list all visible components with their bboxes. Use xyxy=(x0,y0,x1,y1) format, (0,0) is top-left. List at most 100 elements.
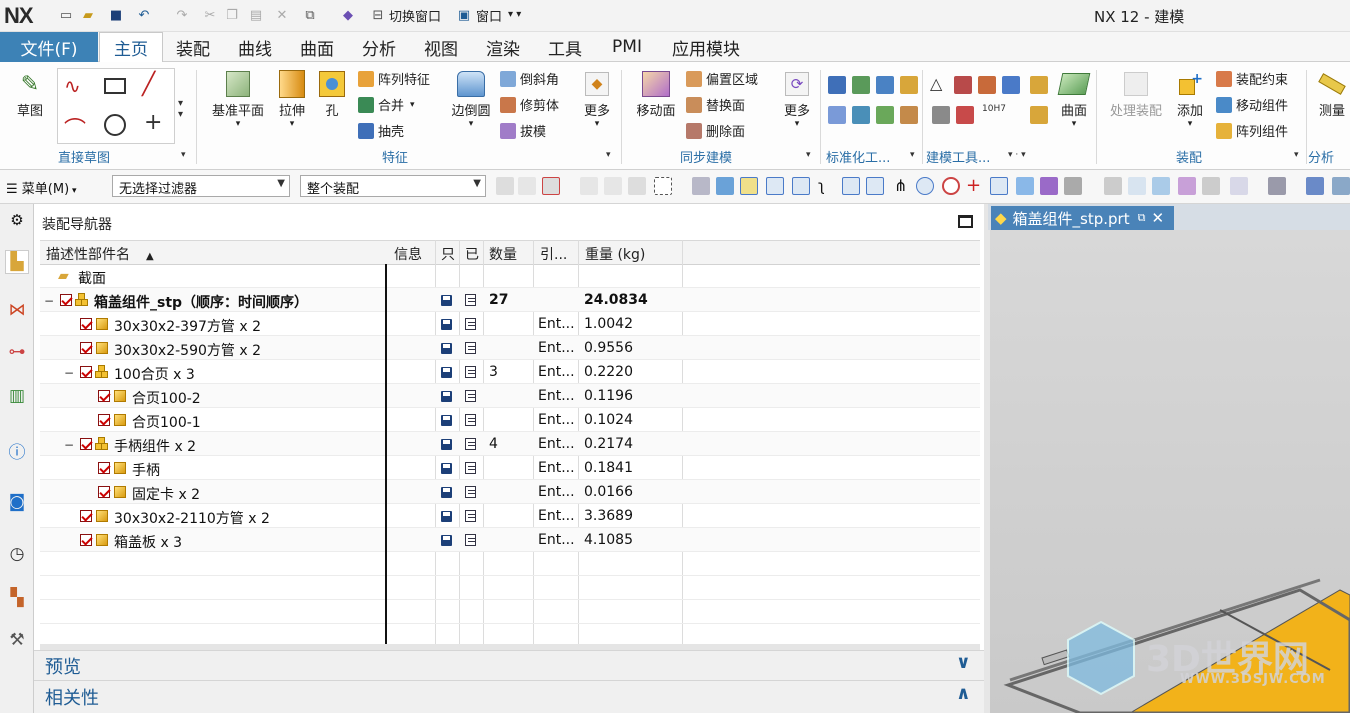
collapse-toggle-icon[interactable]: − xyxy=(44,294,54,308)
filter-tool-icon[interactable] xyxy=(518,177,536,195)
feature-more-button[interactable]: ◆ 更多 ▾ xyxy=(576,68,618,129)
modeling-tool-icon[interactable] xyxy=(956,106,974,124)
snap-point-icon[interactable] xyxy=(1064,177,1082,195)
measure-button[interactable]: 测量 xyxy=(1314,68,1350,119)
graphics-tab[interactable]: ◆ 箱盖组件_stp.prt ⧉ ✕ xyxy=(991,206,1174,230)
column-header-reference[interactable]: 引... xyxy=(540,244,567,264)
table-row[interactable]: ▰ 截面 xyxy=(40,264,980,288)
tab-curve[interactable]: 曲线 xyxy=(228,32,282,62)
view-tool-icon[interactable] xyxy=(1268,177,1286,195)
visibility-checkbox[interactable] xyxy=(98,390,110,402)
assembly-group-arrow[interactable]: ▾ xyxy=(1294,150,1299,160)
trim-body-button[interactable]: 修剪体 xyxy=(500,95,559,114)
visibility-checkbox[interactable] xyxy=(80,342,92,354)
gear-icon[interactable]: ⚙ xyxy=(5,208,29,232)
shell-button[interactable]: 抽壳 xyxy=(358,121,404,140)
standard-part-icon[interactable] xyxy=(876,106,894,124)
menu-button[interactable]: ☰ 菜单(M) ▾ xyxy=(6,178,77,197)
new-file-icon[interactable]: ▭ xyxy=(56,5,76,25)
roles-icon[interactable]: ⚒ xyxy=(5,628,29,652)
table-row[interactable]: 合页100-2 Ent... 0.1196 xyxy=(40,384,980,408)
table-row[interactable]: − 100合页 x 3 3 Ent... 0.2220 xyxy=(40,360,980,384)
snap-point-icon[interactable] xyxy=(990,177,1008,195)
view-tool-icon[interactable] xyxy=(1104,177,1122,195)
unite-button[interactable]: 合并 ▾ xyxy=(358,95,415,114)
snap-intersection-icon[interactable]: ⋔ xyxy=(894,176,907,195)
delete-face-button[interactable]: 删除面 xyxy=(686,121,745,140)
view-tool-icon[interactable] xyxy=(1128,177,1146,195)
web-browser-icon[interactable]: ◙ xyxy=(5,490,29,514)
rectangle-icon[interactable] xyxy=(104,78,126,94)
surface-button[interactable]: 曲面 ▾ xyxy=(1054,68,1094,129)
table-row[interactable]: 箱盖板 x 3 Ent... 4.1085 xyxy=(40,528,980,552)
selection-box-icon[interactable] xyxy=(654,177,672,195)
chevron-up-icon[interactable]: ∧ xyxy=(956,683,971,704)
undo-icon[interactable]: ↶ xyxy=(134,5,154,25)
assembly-add-icon[interactable] xyxy=(1030,106,1048,124)
visibility-checkbox[interactable] xyxy=(60,294,72,306)
pattern-feature-button[interactable]: 阵列特征 xyxy=(358,69,430,88)
save-icon[interactable]: ■ xyxy=(106,5,126,25)
filter-tool-icon[interactable] xyxy=(716,177,734,195)
studio-spline-icon[interactable]: ∿ xyxy=(64,74,81,98)
view-tool-icon[interactable] xyxy=(1178,177,1196,195)
tab-applications[interactable]: 应用模块 xyxy=(662,32,750,62)
preview-section[interactable] xyxy=(34,650,984,680)
table-row[interactable]: 30x30x2-590方管 x 2 Ent... 0.9556 xyxy=(40,336,980,360)
table-row[interactable]: 30x30x2-397方管 x 2 Ent... 1.0042 xyxy=(40,312,980,336)
table-row[interactable]: 30x30x2-2110方管 x 2 Ent... 3.3689 xyxy=(40,504,980,528)
snap-quadrant-icon[interactable] xyxy=(942,177,960,195)
snap-curve-icon[interactable]: ʅ xyxy=(818,177,825,195)
sync-more-button[interactable]: ⟳ 更多 ▾ xyxy=(776,68,818,129)
pattern-component-button[interactable]: 阵列组件 xyxy=(1216,121,1288,140)
reuse-library-icon[interactable]: ▥ xyxy=(5,384,29,408)
chamfer-button[interactable]: 倒斜角 xyxy=(500,69,559,88)
table-row[interactable]: − 箱盖组件_stp（顺序：时间顺序） 27 24.0834 xyxy=(40,288,980,312)
column-header-readonly[interactable]: 只 xyxy=(441,244,455,264)
filter-tool-icon[interactable] xyxy=(542,177,560,195)
standard-part-icon[interactable] xyxy=(852,106,870,124)
visibility-checkbox[interactable] xyxy=(80,438,92,450)
modeling-tool-icon[interactable] xyxy=(978,76,996,94)
snap-point-icon[interactable] xyxy=(766,177,784,195)
visibility-checkbox[interactable] xyxy=(98,414,110,426)
table-row[interactable]: 手柄 Ent... 0.1841 xyxy=(40,456,980,480)
assembly-constraints-button[interactable]: 装配约束 xyxy=(1216,69,1288,88)
column-header-weight[interactable]: 重量 (kg) xyxy=(585,244,645,264)
standard-part-icon[interactable] xyxy=(828,76,846,94)
visibility-checkbox[interactable] xyxy=(80,510,92,522)
filter-tool-icon[interactable] xyxy=(496,177,514,195)
window-dropdown-arrow[interactable]: ▾ ▾ xyxy=(508,9,521,20)
sync-group-arrow[interactable]: ▾ xyxy=(806,150,811,160)
modeling-tool-icon[interactable] xyxy=(1002,76,1020,94)
snap-point-icon[interactable] xyxy=(1040,177,1058,195)
standard-part-icon[interactable] xyxy=(876,76,894,94)
standard-part-icon[interactable] xyxy=(900,76,918,94)
standard-part-icon[interactable] xyxy=(828,106,846,124)
filter-tool-icon[interactable] xyxy=(580,177,598,195)
snap-point-icon[interactable] xyxy=(1016,177,1034,195)
tab-render[interactable]: 渲染 xyxy=(476,32,530,62)
view-tool-icon[interactable] xyxy=(1202,177,1220,195)
extrude-button[interactable]: 拉伸 ▾ xyxy=(272,68,312,129)
snap-point-icon[interactable] xyxy=(866,177,884,195)
window-menu-button[interactable]: 窗口 xyxy=(476,6,502,25)
redo-icon[interactable]: ↷ xyxy=(172,5,192,25)
snap-point-icon[interactable] xyxy=(740,177,758,195)
part-navigator-icon[interactable]: ⊶ xyxy=(5,340,29,364)
selection-scope-dropdown[interactable]: 整个装配 ▼ xyxy=(300,175,486,197)
touch-mode-icon[interactable]: ◆ xyxy=(338,5,358,25)
column-header-quantity[interactable]: 数量 xyxy=(489,244,517,264)
draft-button[interactable]: 拔模 xyxy=(500,121,546,140)
open-folder-icon[interactable]: ▰ xyxy=(78,5,98,25)
gallery-more-icon[interactable]: ▾ ▾ xyxy=(178,98,183,120)
edge-blend-button[interactable]: 边倒圆 ▾ xyxy=(446,68,496,129)
switch-window-button[interactable]: 切换窗口 xyxy=(389,6,441,25)
maximize-icon[interactable] xyxy=(958,215,973,228)
column-header-info[interactable]: 信息 xyxy=(394,244,422,264)
snap-center-icon[interactable] xyxy=(916,177,934,195)
window-icon[interactable]: ▣ xyxy=(454,5,474,25)
snap-point-icon[interactable] xyxy=(842,177,860,195)
add-component-button[interactable]: + 添加 ▾ xyxy=(1172,68,1208,129)
tab-analysis[interactable]: 分析 xyxy=(352,32,406,62)
